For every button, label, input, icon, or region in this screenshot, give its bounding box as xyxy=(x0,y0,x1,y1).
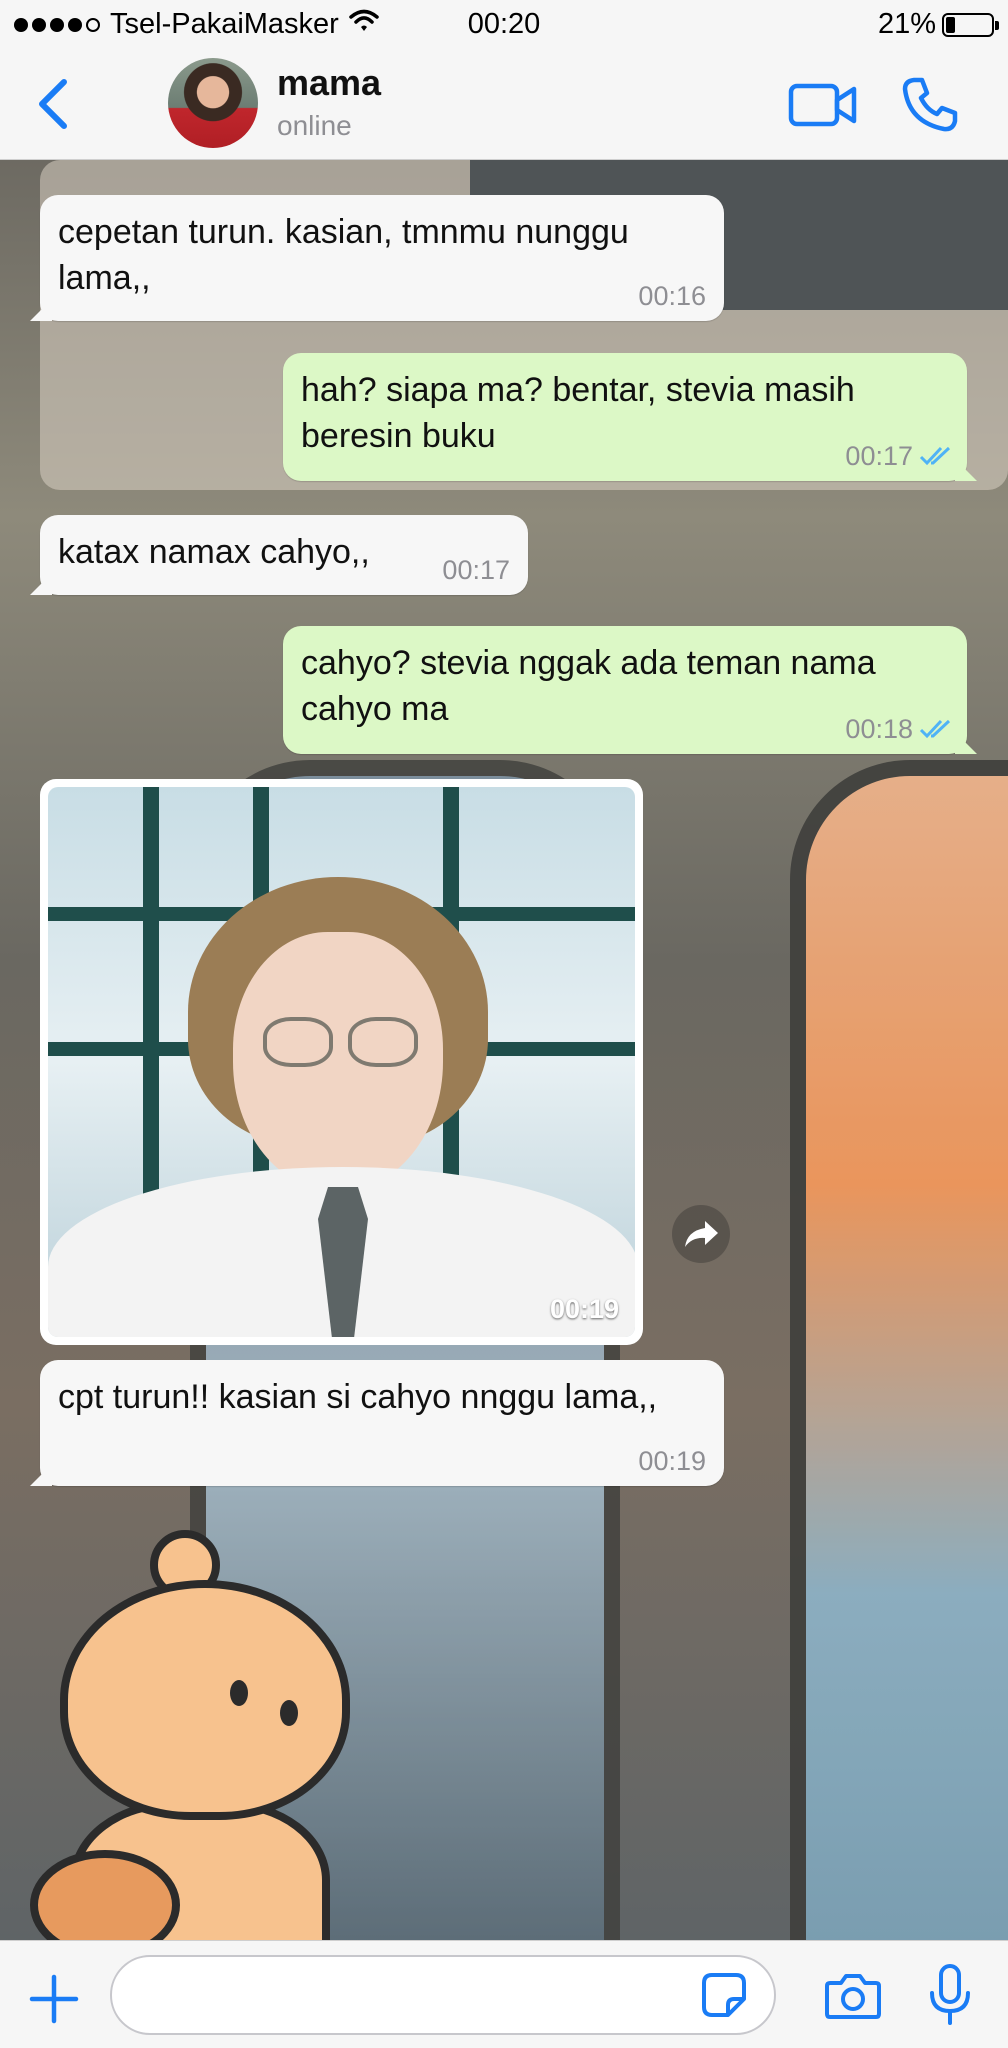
message-time-text: 00:17 xyxy=(845,441,913,471)
message-time-text: 00:16 xyxy=(638,281,706,311)
contact-status: online xyxy=(277,110,352,141)
microphone-button[interactable] xyxy=(928,1963,972,2027)
message-time: 00:19 xyxy=(638,1446,706,1476)
message-text: cepetan turun. kasian, tmnmu nunggu lama… xyxy=(58,213,629,297)
back-button[interactable] xyxy=(30,74,80,134)
forward-arrow-icon xyxy=(685,1221,718,1247)
double-check-icon xyxy=(919,719,951,739)
message-time: 00:16 xyxy=(638,281,706,311)
video-call-button[interactable] xyxy=(788,80,858,130)
video-camera-icon xyxy=(788,83,857,127)
message-bubble-outgoing[interactable]: cahyo? stevia nggak ada teman nama cahyo… xyxy=(283,626,967,754)
shared-photo[interactable]: 00:19 xyxy=(48,787,635,1337)
message-bubble-incoming[interactable]: cepetan turun. kasian, tmnmu nunggu lama… xyxy=(40,195,724,321)
message-time-text: 00:17 xyxy=(442,555,510,585)
voice-call-button[interactable] xyxy=(900,74,960,134)
chat-area[interactable]: cepetan turun. kasian, tmnmu nunggu lama… xyxy=(0,160,1008,1940)
message-input[interactable] xyxy=(110,1955,776,2035)
sticker-button[interactable] xyxy=(700,1971,748,2019)
message-time: 00:17 xyxy=(845,441,955,471)
message-time-text: 00:18 xyxy=(845,714,913,744)
battery-fill xyxy=(946,16,955,33)
contact-avatar[interactable] xyxy=(168,58,258,148)
battery-percent: 21% xyxy=(877,8,936,40)
status-bar: Tsel-PakaiMasker 00:20 21% xyxy=(0,0,1008,52)
chevron-left-icon xyxy=(39,79,67,129)
chat-header: mama online xyxy=(0,52,1008,160)
message-bubble-incoming[interactable]: cpt turun!! kasian si cahyo nnggu lama,,… xyxy=(40,1360,724,1486)
camera-button[interactable] xyxy=(824,1971,882,2021)
camera-icon xyxy=(825,1974,881,2019)
status-time: 00:20 xyxy=(467,8,541,40)
message-time: 00:17 xyxy=(442,555,510,585)
contact-name[interactable]: mama xyxy=(277,62,381,104)
bear-illustration xyxy=(30,1520,390,1940)
microphone-icon xyxy=(930,1964,970,2025)
forward-button[interactable] xyxy=(672,1205,730,1263)
sticker-icon xyxy=(702,1973,746,2017)
photo-time: 00:19 xyxy=(549,1294,619,1324)
attach-button[interactable] xyxy=(28,1973,80,2025)
image-message[interactable]: 00:19 xyxy=(40,779,643,1345)
message-bubble-incoming[interactable]: katax namax cahyo,, 00:17 xyxy=(40,515,528,595)
battery-icon xyxy=(942,12,999,37)
message-time-text: 00:19 xyxy=(638,1446,706,1476)
message-bubble-outgoing[interactable]: hah? siapa ma? bentar, stevia masih bere… xyxy=(283,353,967,481)
message-time: 00:18 xyxy=(845,714,955,744)
battery-indicator: 21% xyxy=(877,8,999,41)
plus-icon xyxy=(29,1974,79,2024)
phone-icon xyxy=(902,77,958,132)
input-bar xyxy=(0,1940,1008,2048)
message-text: cpt turun!! kasian si cahyo nnggu lama,, xyxy=(58,1378,658,1416)
double-check-icon xyxy=(919,446,951,466)
